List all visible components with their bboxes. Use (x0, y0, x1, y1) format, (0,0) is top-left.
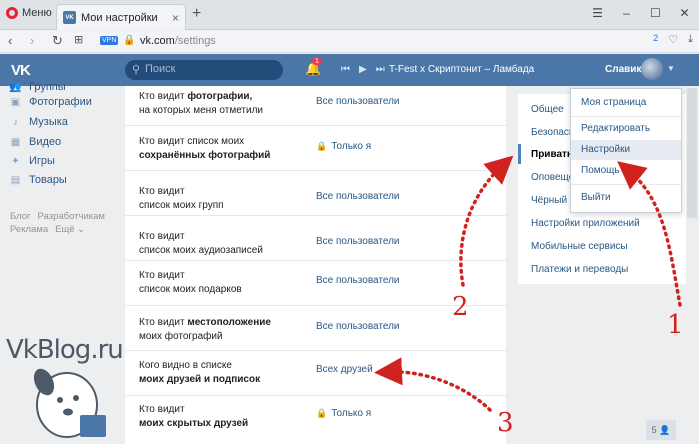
mascot-dog-icon (33, 368, 106, 438)
annotation-number-3: 3 (497, 408, 514, 438)
arrow-3 (374, 357, 492, 412)
arrow-2 (459, 155, 514, 287)
annotation-number-1: 1 (667, 310, 684, 340)
annotation-number-2: 2 (452, 292, 469, 322)
arrow-1 (617, 161, 682, 307)
